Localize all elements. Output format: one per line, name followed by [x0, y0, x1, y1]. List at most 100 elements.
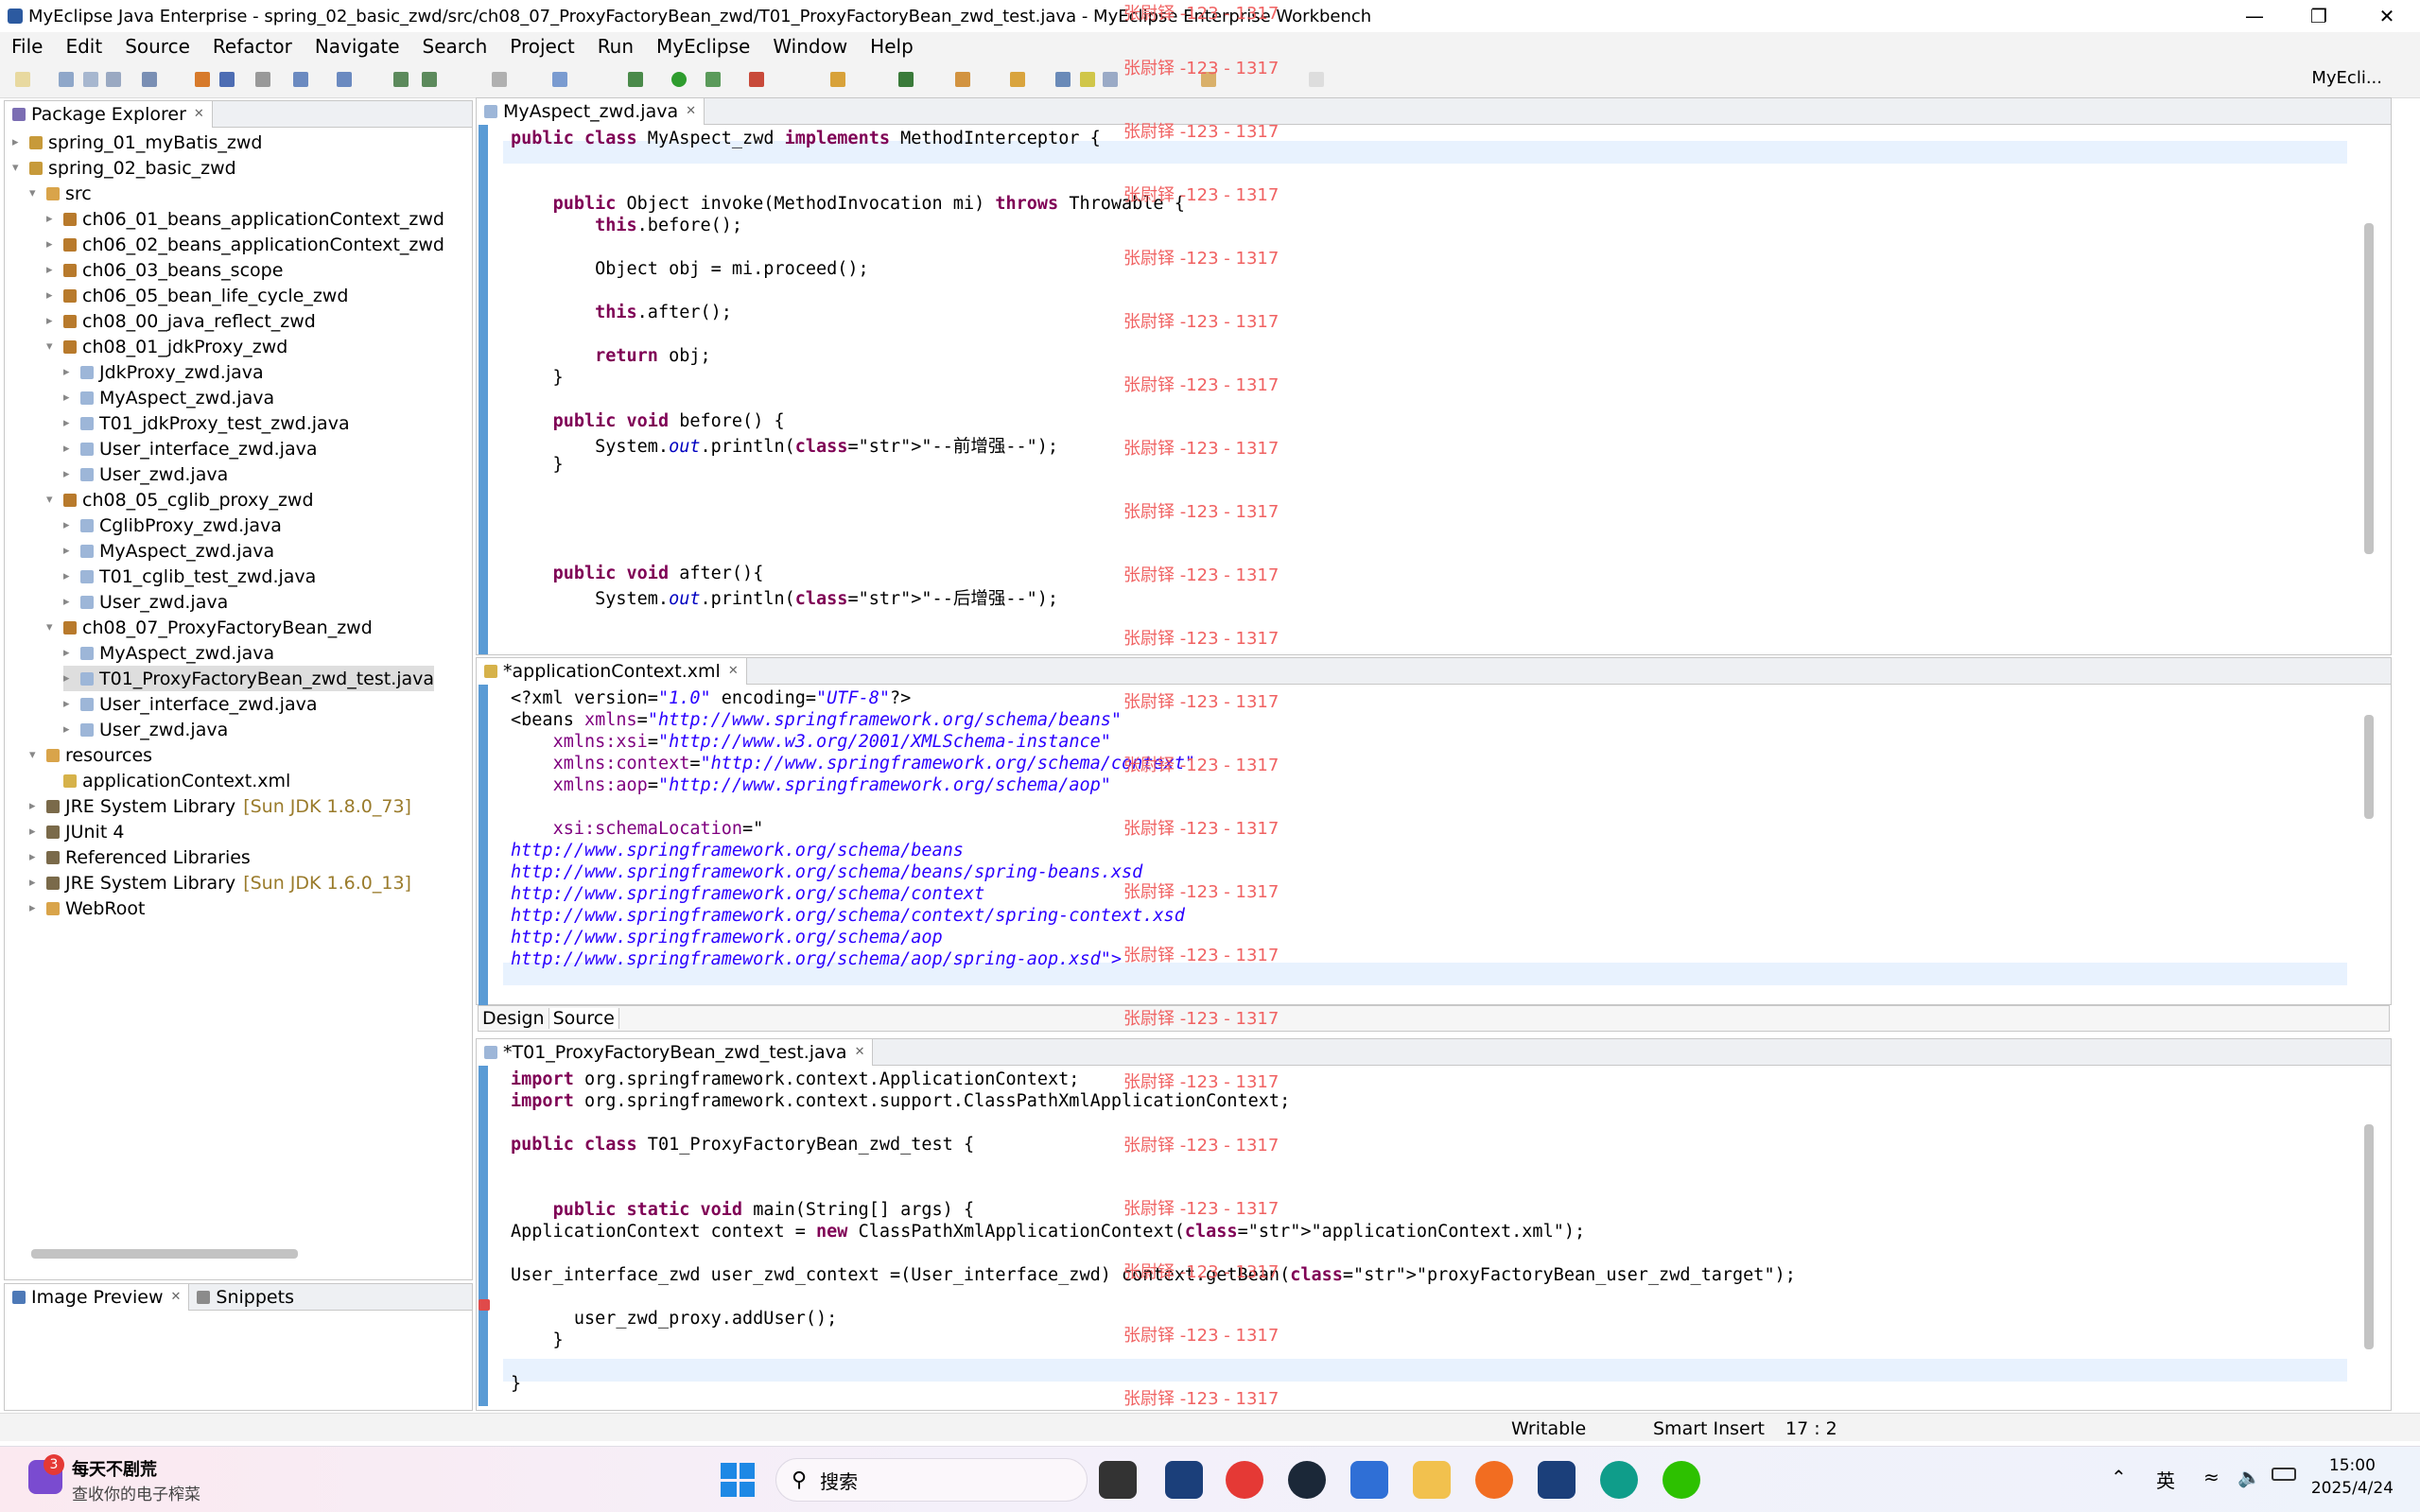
volume-icon[interactable]: 🔈 — [2237, 1466, 2261, 1488]
file-explorer-icon[interactable] — [1413, 1461, 1451, 1499]
tree-item[interactable]: ▸ User_zwd.java — [63, 461, 228, 487]
last-edit-icon[interactable] — [1201, 72, 1216, 87]
menu-myeclipse[interactable]: MyEclipse — [645, 35, 761, 58]
tree-item[interactable]: ▸ WebRoot — [29, 895, 145, 921]
tree-expand-icon[interactable]: ▸ — [63, 722, 77, 737]
menu-navigate[interactable]: Navigate — [304, 35, 411, 58]
code-line[interactable]: http://www.springframework.org/schema/be… — [511, 862, 1142, 882]
tree-item[interactable]: ▸ ch06_03_beans_scope — [46, 257, 283, 283]
tree-item[interactable]: ▸ User_interface_zwd.java — [63, 691, 317, 717]
code-line[interactable]: xmlns:context="http://www.springframewor… — [511, 754, 1195, 773]
code-line[interactable]: http://www.springframework.org/schema/co… — [511, 884, 984, 904]
steam-icon[interactable] — [1288, 1461, 1326, 1499]
code-line[interactable]: public static void main(String[] args) { — [511, 1200, 975, 1220]
code-line[interactable]: xmlns:aop="http://www.springframework.or… — [511, 775, 1111, 795]
tree-expand-icon[interactable]: ▾ — [29, 748, 43, 762]
forward-icon[interactable] — [1309, 72, 1324, 87]
task-view-icon[interactable] — [1099, 1461, 1137, 1499]
code-line[interactable]: } — [511, 1374, 521, 1393]
close-icon[interactable]: ✕ — [855, 1045, 865, 1059]
system-clock[interactable]: 15:00 2025/4/24 — [2311, 1454, 2394, 1500]
code-line[interactable]: public void after(){ — [511, 564, 764, 583]
code-line[interactable]: xsi:schemaLocation=" — [511, 819, 764, 839]
code-line[interactable]: } — [511, 368, 564, 388]
tree-expand-icon[interactable]: ▸ — [63, 365, 77, 379]
tab-applicationcontext-xml[interactable]: *applicationContext.xml ✕ — [477, 657, 747, 685]
start-menu-icon[interactable] — [721, 1463, 755, 1497]
tree-item[interactable]: ▸ User_zwd.java — [63, 589, 228, 615]
tree-expand-icon[interactable]: ▾ — [46, 339, 60, 354]
tree-item[interactable]: ▾ resources — [29, 742, 152, 768]
menu-source[interactable]: Source — [113, 35, 201, 58]
menu-run[interactable]: Run — [586, 35, 645, 58]
open-type-icon[interactable] — [142, 72, 157, 87]
tree-expand-icon[interactable]: ▸ — [46, 237, 60, 252]
netease-music-icon[interactable] — [1226, 1461, 1263, 1499]
menu-window[interactable]: Window — [761, 35, 859, 58]
back-icon[interactable] — [1010, 72, 1025, 87]
code-line[interactable]: public void before() { — [511, 411, 785, 431]
tree-item[interactable]: ▸ MyAspect_zwd.java — [63, 385, 274, 410]
menu-search[interactable]: Search — [411, 35, 499, 58]
tab-snippets[interactable]: Snippets — [189, 1287, 302, 1308]
external-tools-icon[interactable] — [749, 72, 764, 87]
new-icon[interactable] — [15, 72, 30, 87]
tree-item[interactable]: ▸ User_zwd.java — [63, 717, 228, 742]
code-line[interactable]: System.out.println(class="str">"--前增强--"… — [511, 433, 1058, 458]
tree-expand-icon[interactable]: ▸ — [63, 467, 77, 481]
tab-image-preview[interactable]: Image Preview ✕ — [5, 1283, 190, 1311]
code-line[interactable]: ApplicationContext context = new ClassPa… — [511, 1222, 1585, 1242]
tree-item[interactable]: ▸ JdkProxy_zwd.java — [63, 359, 264, 385]
code-line[interactable]: http://www.springframework.org/schema/ao… — [511, 928, 943, 947]
tree-expand-icon[interactable]: ▸ — [29, 876, 43, 890]
tree-expand-icon[interactable]: ▸ — [29, 850, 43, 864]
maximize-button[interactable]: ❐ — [2287, 0, 2351, 32]
tree-item[interactable]: ▾ ch08_05_cglib_proxy_zwd — [46, 487, 314, 513]
run-icon[interactable] — [671, 72, 687, 87]
bug-icon[interactable] — [628, 72, 643, 87]
minimize-button[interactable]: — — [2222, 0, 2287, 32]
tree-expand-icon[interactable]: ▸ — [63, 646, 77, 660]
editor1-vscrollbar[interactable] — [2364, 223, 2374, 554]
editor3-hscrollbar[interactable] — [503, 1393, 2347, 1408]
save-icon[interactable] — [59, 72, 74, 87]
tree-expand-icon[interactable]: ▸ — [46, 263, 60, 277]
annotation-icon[interactable] — [955, 72, 970, 87]
open-perspective-icon[interactable] — [337, 72, 352, 87]
code-line[interactable]: this.after(); — [511, 303, 732, 322]
editor3-vscrollbar[interactable] — [2364, 1124, 2374, 1349]
save-all-icon[interactable] — [83, 72, 98, 87]
close-icon[interactable]: ✕ — [194, 107, 204, 121]
tree-item[interactable]: ▾ src — [29, 181, 92, 206]
tree-item[interactable]: ▸ MyAspect_zwd.java — [63, 538, 274, 564]
code-line[interactable]: user_zwd_proxy.addUser(); — [511, 1309, 837, 1329]
tab-myaspect-java[interactable]: MyAspect_zwd.java ✕ — [477, 97, 705, 125]
code-line[interactable]: http://www.springframework.org/schema/co… — [511, 906, 1185, 926]
tree-expand-icon[interactable]: ▸ — [29, 825, 43, 839]
tab-source[interactable]: Source — [548, 1008, 619, 1029]
tree-item[interactable]: ▸ T01_ProxyFactoryBean_zwd_test.java — [63, 666, 435, 691]
tree-expand-icon[interactable]: ▸ — [29, 901, 43, 915]
print-icon[interactable] — [106, 72, 121, 87]
menu-project[interactable]: Project — [498, 35, 585, 58]
tab-design[interactable]: Design — [479, 1008, 548, 1029]
tree-expand-icon[interactable]: ▸ — [63, 595, 77, 609]
tree-item[interactable]: ▸ T01_cglib_test_zwd.java — [63, 564, 316, 589]
menu-help[interactable]: Help — [859, 35, 925, 58]
tree-expand-icon[interactable]: ▸ — [63, 544, 77, 558]
tree-item[interactable]: ▸ Referenced Libraries — [29, 844, 251, 870]
tree-expand-icon[interactable]: ▸ — [63, 416, 77, 430]
code-line[interactable]: } — [511, 1330, 564, 1350]
coverage-icon[interactable] — [705, 72, 721, 87]
code-line[interactable]: xmlns:xsi="http://www.w3.org/2001/XMLSch… — [511, 732, 1111, 752]
tray-chevron-icon[interactable]: ⌃ — [2111, 1466, 2127, 1488]
tree-expand-icon[interactable]: ▾ — [29, 186, 43, 200]
error-marker-icon[interactable] — [479, 1299, 490, 1311]
editor2-hscrollbar[interactable] — [503, 987, 2347, 1002]
microsoft-store-icon[interactable] — [1350, 1461, 1388, 1499]
next-annotation-icon[interactable] — [1055, 72, 1071, 87]
ime-indicator[interactable]: 英 — [2156, 1466, 2175, 1493]
close-icon[interactable]: ✕ — [171, 1290, 182, 1304]
menu-file[interactable]: File — [0, 35, 54, 58]
editor2-vscrollbar[interactable] — [2364, 715, 2374, 819]
